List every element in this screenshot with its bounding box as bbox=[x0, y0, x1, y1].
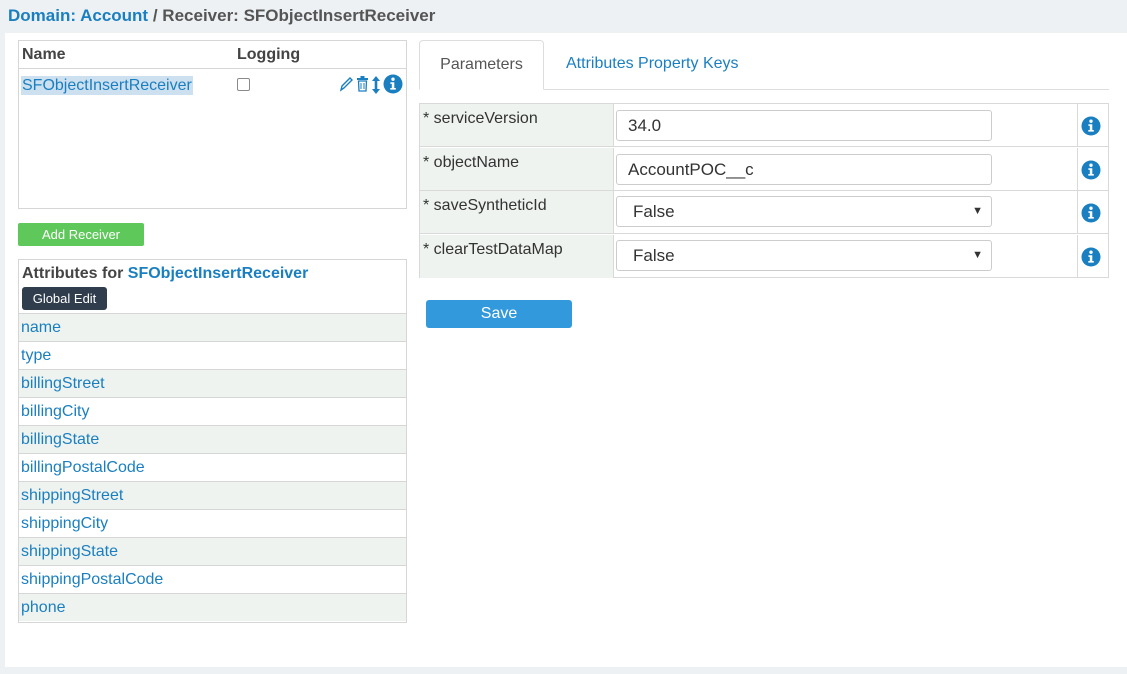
info-icon[interactable] bbox=[1081, 203, 1101, 228]
attribute-list: name type billingStreet billingCity bill… bbox=[19, 313, 406, 621]
attribute-item[interactable]: shippingCity bbox=[19, 509, 406, 537]
tab-parameters[interactable]: Parameters bbox=[419, 40, 544, 90]
attributes-panel: Attributes for SFObjectInsertReceiver Gl… bbox=[18, 259, 407, 623]
select-value: False bbox=[633, 246, 675, 265]
param-label: * clearTestDataMap bbox=[423, 241, 563, 258]
param-row-service-version: * serviceVersion 34.0 bbox=[420, 104, 1108, 147]
reorder-icon[interactable] bbox=[371, 75, 381, 100]
logging-checkbox[interactable] bbox=[237, 78, 250, 91]
logging-column-header: Logging bbox=[237, 46, 301, 63]
attribute-item[interactable]: shippingStreet bbox=[19, 481, 406, 509]
service-version-input[interactable]: 34.0 bbox=[616, 110, 992, 141]
attribute-item[interactable]: billingState bbox=[19, 425, 406, 453]
param-row-object-name: * objectName AccountPOC__c bbox=[420, 148, 1108, 191]
select-value: False bbox=[633, 202, 675, 221]
attributes-title: Attributes for SFObjectInsertReceiver bbox=[22, 265, 308, 283]
param-label-cell: * clearTestDataMap bbox=[420, 235, 614, 278]
param-label-cell: * saveSyntheticId bbox=[420, 191, 614, 233]
object-name-input[interactable]: AccountPOC__c bbox=[616, 154, 992, 185]
chevron-down-icon: ▼ bbox=[972, 205, 983, 217]
param-label-cell: * serviceVersion bbox=[420, 104, 614, 146]
parameters-table: * serviceVersion 34.0 * objectName Accou… bbox=[419, 103, 1109, 278]
receivers-table: Name Logging SFObjectInsertReceiver bbox=[18, 40, 407, 209]
info-icon[interactable] bbox=[1081, 160, 1101, 185]
info-icon[interactable] bbox=[383, 74, 403, 99]
param-info-cell bbox=[1077, 148, 1108, 190]
save-synthetic-id-select[interactable]: False ▼ bbox=[616, 196, 992, 227]
breadcrumb: Domain: Account / Receiver: SFObjectInse… bbox=[8, 6, 435, 26]
attribute-item[interactable]: shippingPostalCode bbox=[19, 565, 406, 593]
edit-icon[interactable] bbox=[338, 75, 354, 98]
attribute-item[interactable]: type bbox=[19, 341, 406, 369]
attributes-title-prefix: Attributes for bbox=[22, 265, 124, 282]
param-info-cell bbox=[1077, 104, 1108, 146]
param-info-cell bbox=[1077, 191, 1108, 233]
param-info-cell bbox=[1077, 235, 1108, 278]
param-label: * saveSyntheticId bbox=[423, 197, 547, 214]
attribute-item[interactable]: billingStreet bbox=[19, 369, 406, 397]
param-row-clear-test-data-map: * clearTestDataMap False ▼ bbox=[420, 235, 1108, 278]
breadcrumb-domain-prefix: Domain: bbox=[8, 6, 76, 25]
param-label-cell: * objectName bbox=[420, 148, 614, 190]
name-column-header: Name bbox=[22, 46, 66, 63]
attribute-item[interactable]: billingCity bbox=[19, 397, 406, 425]
attribute-item[interactable]: name bbox=[19, 313, 406, 341]
param-label: * objectName bbox=[423, 154, 520, 171]
breadcrumb-domain-link[interactable]: Account bbox=[80, 6, 148, 25]
attributes-receiver-name: SFObjectInsertReceiver bbox=[127, 265, 309, 282]
receiver-row[interactable]: SFObjectInsertReceiver bbox=[19, 70, 406, 98]
save-button[interactable]: Save bbox=[426, 300, 572, 328]
param-label: * serviceVersion bbox=[423, 110, 538, 127]
info-icon[interactable] bbox=[1081, 247, 1101, 272]
add-receiver-button[interactable]: Add Receiver bbox=[18, 223, 144, 246]
breadcrumb-separator: / bbox=[152, 6, 158, 25]
param-row-save-synthetic-id: * saveSyntheticId False ▼ bbox=[420, 191, 1108, 234]
trash-icon[interactable] bbox=[356, 75, 369, 98]
breadcrumb-current: Receiver: SFObjectInsertReceiver bbox=[162, 6, 436, 25]
tab-attributes-property-keys[interactable]: Attributes Property Keys bbox=[566, 40, 739, 90]
clear-test-data-map-select[interactable]: False ▼ bbox=[616, 240, 992, 271]
attribute-item[interactable]: shippingState bbox=[19, 537, 406, 565]
info-icon[interactable] bbox=[1081, 116, 1101, 141]
attribute-item[interactable]: billingPostalCode bbox=[19, 453, 406, 481]
receiver-name-link[interactable]: SFObjectInsertReceiver bbox=[21, 76, 193, 95]
global-edit-button[interactable]: Global Edit bbox=[22, 287, 107, 310]
chevron-down-icon: ▼ bbox=[972, 249, 983, 261]
receivers-table-header: Name Logging bbox=[19, 41, 406, 69]
attribute-item[interactable]: phone bbox=[19, 593, 406, 621]
